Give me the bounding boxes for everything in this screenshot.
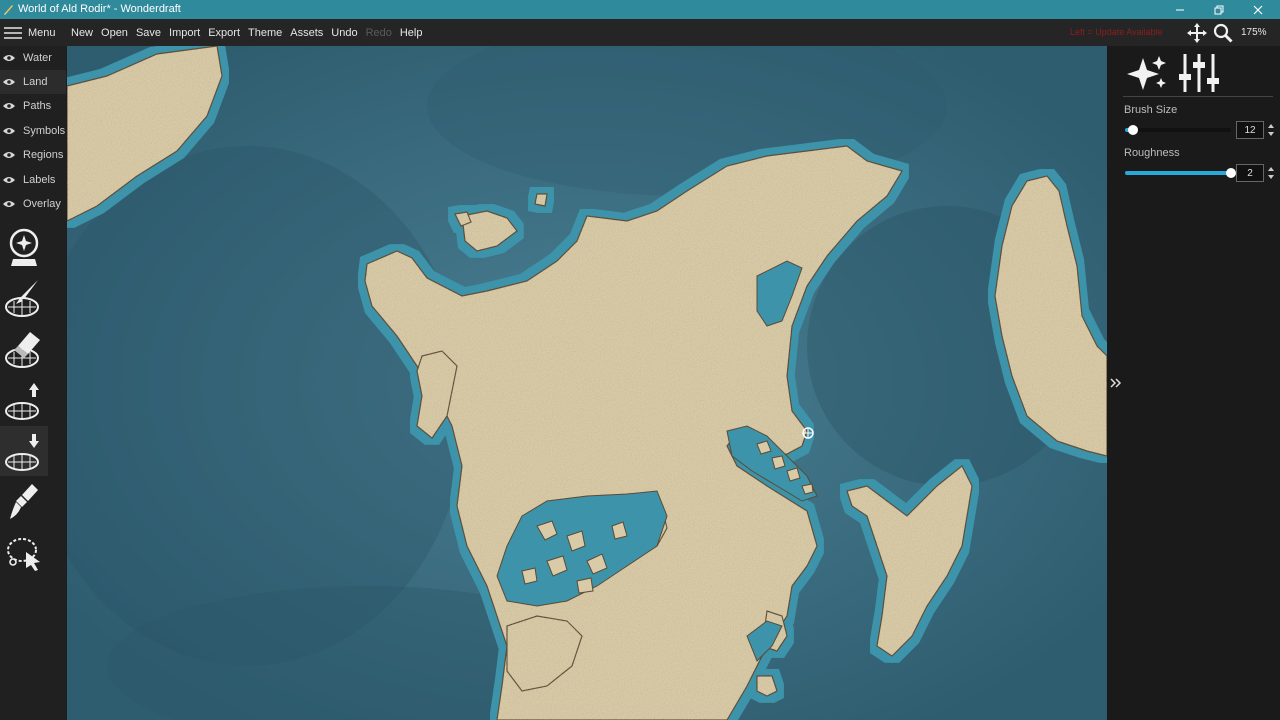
- close-icon: [1253, 5, 1263, 14]
- panel-tabs: [1125, 52, 1221, 94]
- roughness-slider[interactable]: [1125, 168, 1236, 178]
- brush-size-spinner[interactable]: [1267, 121, 1275, 139]
- minimize-button[interactable]: [1160, 0, 1200, 19]
- eye-icon[interactable]: [3, 102, 15, 110]
- land-eraser-icon: [5, 332, 40, 368]
- menu-help[interactable]: Help: [400, 27, 423, 39]
- menu-open[interactable]: Open: [101, 27, 128, 39]
- menu-button[interactable]: Menu: [0, 19, 60, 46]
- brush-size-input[interactable]: 12: [1236, 121, 1264, 139]
- eye-icon[interactable]: [3, 54, 15, 62]
- tool-selection[interactable]: [0, 528, 48, 578]
- menu-assets[interactable]: Assets: [290, 27, 323, 39]
- eye-icon[interactable]: [3, 200, 15, 208]
- layer-water[interactable]: Water: [0, 46, 66, 70]
- layer-label: Paths: [23, 100, 52, 112]
- sliders-icon[interactable]: [1177, 52, 1221, 94]
- roughness-spinner[interactable]: [1267, 164, 1275, 182]
- hamburger-icon: [4, 26, 22, 39]
- cursor-icon: [802, 427, 814, 439]
- layer-overlay[interactable]: Overlay: [0, 192, 66, 216]
- window-title: World of Ald Rodir* - Wonderdraft: [18, 3, 181, 15]
- sparkles-icon[interactable]: [1125, 52, 1171, 94]
- close-button[interactable]: [1238, 0, 1278, 19]
- menu-import[interactable]: Import: [169, 27, 200, 39]
- layer-land[interactable]: Land: [0, 70, 66, 94]
- paint-brush-icon: [10, 484, 38, 519]
- menu-theme[interactable]: Theme: [248, 27, 282, 39]
- roughness-label: Roughness: [1124, 147, 1180, 159]
- menu-undo[interactable]: Undo: [331, 27, 357, 39]
- lower-land-icon: [5, 434, 39, 471]
- brush-size-slider[interactable]: [1125, 125, 1231, 135]
- layer-label: Overlay: [23, 198, 61, 210]
- app-icon: [4, 5, 13, 15]
- eye-icon[interactable]: [3, 151, 15, 159]
- eye-icon[interactable]: [3, 78, 15, 86]
- tool-paint-brush[interactable]: [0, 477, 48, 527]
- slider-fill: [1125, 171, 1231, 175]
- tool-magic-brush[interactable]: [0, 222, 48, 272]
- slider-knob[interactable]: [1226, 168, 1236, 178]
- map-canvas[interactable]: [67, 46, 1107, 720]
- menu-export[interactable]: Export: [208, 27, 240, 39]
- menu-items: New Open Save Import Export Theme Assets…: [71, 19, 430, 46]
- title-bar: World of Ald Rodir* - Wonderdraft: [0, 0, 1280, 19]
- layer-label: Land: [23, 76, 48, 88]
- zoom-icon[interactable]: [1213, 23, 1233, 43]
- restore-icon: [1214, 5, 1224, 14]
- zoom-level[interactable]: 175%: [1241, 27, 1267, 38]
- slider-knob[interactable]: [1128, 125, 1139, 135]
- map-image[interactable]: [67, 46, 1107, 720]
- layer-label: Water: [23, 52, 52, 64]
- tool-lower-land[interactable]: [0, 426, 48, 476]
- layer-symbols[interactable]: Symbols: [0, 119, 66, 143]
- menu-redo: Redo: [365, 26, 392, 39]
- menu-new[interactable]: New: [71, 27, 93, 39]
- layer-regions[interactable]: Regions: [0, 143, 66, 167]
- left-panel: Water Land Paths Symbols Regions Labels …: [0, 46, 66, 720]
- roughness-input[interactable]: 2: [1236, 164, 1264, 182]
- selection-tool-icon: [7, 538, 40, 571]
- view-tools: [1186, 19, 1233, 46]
- minimize-icon: [1176, 9, 1184, 10]
- magic-brush-icon: [9, 228, 39, 266]
- layer-paths[interactable]: Paths: [0, 94, 66, 118]
- panel-divider: [1123, 96, 1273, 97]
- tool-raise-land[interactable]: [0, 375, 48, 425]
- menu-save[interactable]: Save: [136, 27, 161, 39]
- brush-size-label: Brush Size: [1124, 104, 1178, 116]
- update-status[interactable]: Left = Update Available: [1070, 27, 1163, 37]
- layer-label: Labels: [23, 174, 56, 186]
- menu-bar: Menu New Open Save Import Export Theme A…: [0, 19, 1280, 46]
- restore-button[interactable]: [1199, 0, 1239, 19]
- eye-icon[interactable]: [3, 127, 15, 135]
- eye-icon[interactable]: [3, 176, 15, 184]
- layer-label: Regions: [23, 149, 64, 161]
- collapse-panel-icon[interactable]: [1109, 376, 1123, 390]
- layer-label: Symbols: [23, 125, 66, 137]
- menu-label: Menu: [28, 26, 56, 39]
- layer-labels[interactable]: Labels: [0, 168, 66, 192]
- tool-land-eraser[interactable]: [0, 324, 48, 374]
- right-panel: Brush Size Roughness: [1107, 46, 1280, 720]
- raise-land-icon: [5, 383, 39, 420]
- pan-icon[interactable]: [1186, 22, 1208, 44]
- tool-land-brush[interactable]: [0, 273, 48, 323]
- land-brush-icon: [5, 280, 39, 317]
